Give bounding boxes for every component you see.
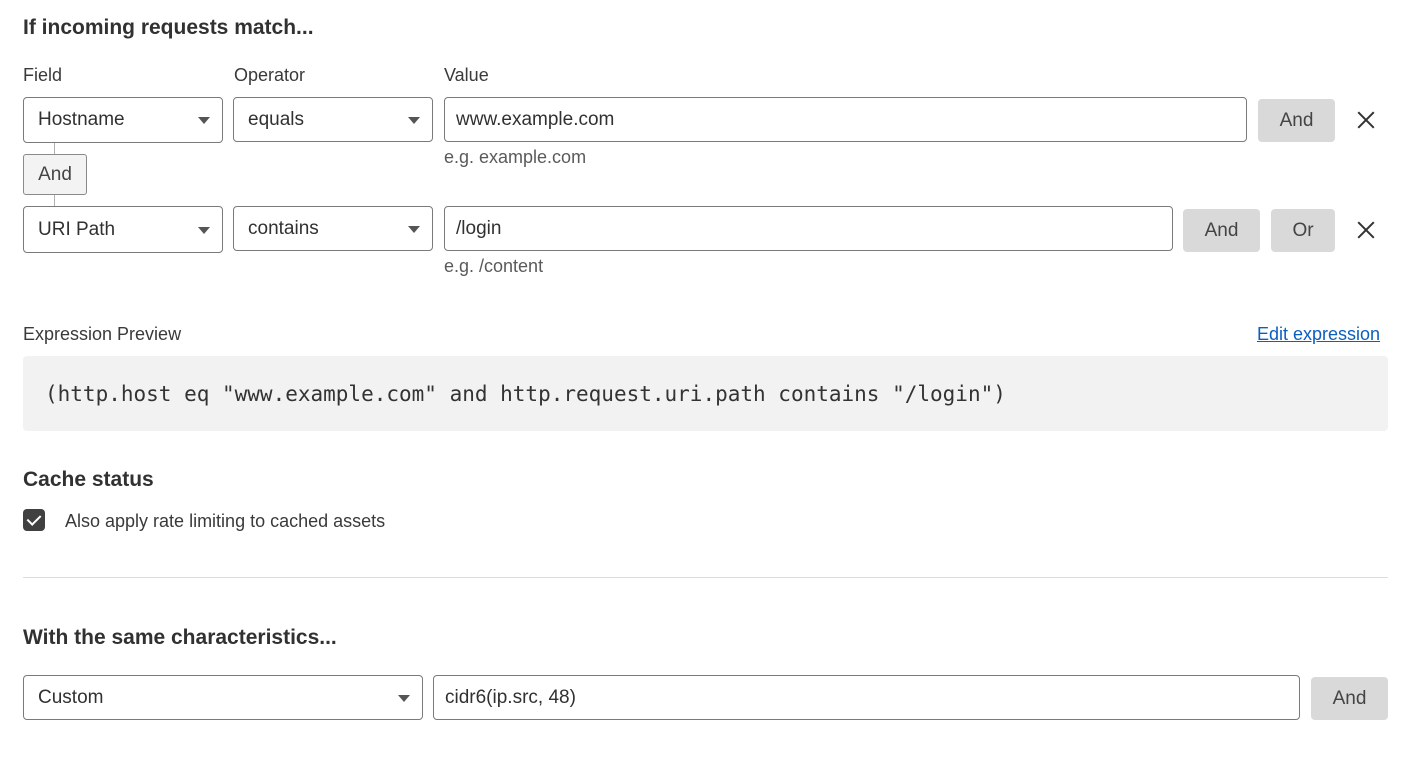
field-select-row-1[interactable]: Hostname [23,97,223,143]
operator-column-label: Operator [234,65,306,85]
value-input-text: /login [456,217,502,239]
dropdown-caret-icon [198,226,210,234]
connector-line-top [54,143,55,154]
operator-select-row-1[interactable]: equals [233,97,433,142]
cache-checkbox[interactable] [23,509,45,531]
characteristic-select-value: Custom [38,686,104,708]
dropdown-caret-icon [408,225,420,233]
characteristic-expression-input[interactable]: cidr6(ip.src, 48) [433,675,1300,720]
characteristic-input-text: cidr6(ip.src, 48) [445,686,576,708]
operator-select-value: contains [248,217,319,239]
operator-select-value: equals [248,108,304,130]
field-select-value: URI Path [38,218,116,240]
section-divider [23,577,1388,578]
and-connector-chip: And [23,154,87,195]
connector-line-bottom [54,195,55,206]
expression-text: (http.host eq "www.example.com" and http… [45,381,1006,406]
expression-preview-label: Expression Preview [23,324,182,344]
value-column-label: Value [444,65,489,85]
remove-row-2-close-icon[interactable] [1352,216,1380,244]
add-and-button-row-2[interactable]: And [1183,209,1260,252]
field-select-value: Hostname [38,109,125,130]
edit-expression-link[interactable]: Edit expression [1257,324,1380,345]
field-select-row-2[interactable]: URI Path [23,206,223,253]
characteristics-title: With the same characteristics... [23,626,337,649]
value-hint-row-1: e.g. example.com [444,147,587,167]
add-and-button-row-1[interactable]: And [1258,99,1335,142]
field-column-label: Field [23,65,63,85]
dropdown-caret-icon [198,117,210,124]
cache-status-title: Cache status [23,468,154,491]
characteristic-select[interactable]: Custom [23,675,423,720]
characteristic-and-button[interactable]: And [1311,677,1388,720]
value-input-row-2[interactable]: /login [444,206,1173,251]
remove-row-1-close-icon[interactable] [1352,106,1380,134]
operator-select-row-2[interactable]: contains [233,206,433,251]
cache-checkbox-label: Also apply rate limiting to cached asset… [65,511,386,531]
value-hint-row-2: e.g. /content [444,256,544,276]
dropdown-caret-icon [408,116,420,124]
add-or-button-row-2[interactable]: Or [1271,209,1335,252]
value-input-text: www.example.com [456,108,615,130]
match-section-title: If incoming requests match... [23,16,314,39]
value-input-row-1[interactable]: www.example.com [444,97,1247,142]
dropdown-caret-icon [398,694,410,702]
expression-preview-box: (http.host eq "www.example.com" and http… [23,356,1388,431]
